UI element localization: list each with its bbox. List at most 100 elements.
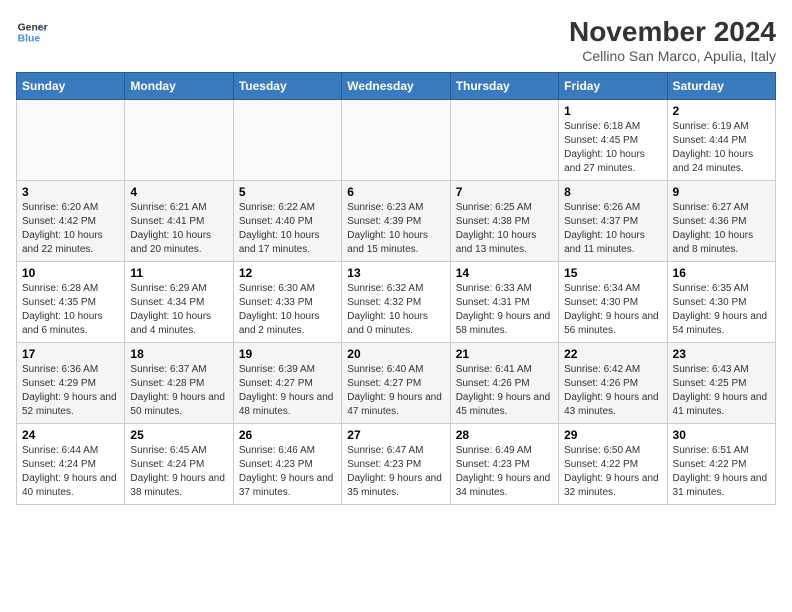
day-number: 6 <box>347 185 444 199</box>
calendar-cell: 13Sunrise: 6:32 AM Sunset: 4:32 PM Dayli… <box>342 262 450 343</box>
day-info: Sunrise: 6:23 AM Sunset: 4:39 PM Dayligh… <box>347 201 444 257</box>
day-info: Sunrise: 6:43 AM Sunset: 4:25 PM Dayligh… <box>673 363 770 419</box>
day-number: 14 <box>456 266 553 280</box>
day-number: 10 <box>22 266 119 280</box>
calendar-cell: 27Sunrise: 6:47 AM Sunset: 4:23 PM Dayli… <box>342 424 450 505</box>
logo: General Blue <box>16 16 48 48</box>
calendar-week-1: 1 Sunrise: 6:18 AM Sunset: 4:45 PM Daylig… <box>17 100 776 181</box>
day-number: 29 <box>564 428 661 442</box>
day-info: Sunrise: 6:39 AM Sunset: 4:27 PM Dayligh… <box>239 363 336 419</box>
day-info: Sunrise: 6:46 AM Sunset: 4:23 PM Dayligh… <box>239 444 336 500</box>
day-number: 15 <box>564 266 661 280</box>
day-info: Sunrise: 6:28 AM Sunset: 4:35 PM Dayligh… <box>22 282 119 338</box>
day-number: 23 <box>673 347 770 361</box>
day-number: 27 <box>347 428 444 442</box>
calendar-cell: 3Sunrise: 6:20 AM Sunset: 4:42 PM Daylig… <box>17 181 125 262</box>
calendar-title: November 2024 <box>569 16 776 48</box>
day-info: Sunrise: 6:42 AM Sunset: 4:26 PM Dayligh… <box>564 363 661 419</box>
calendar-cell: 14 Sunrise: 6:33 AM Sunset: 4:31 PM Dayli… <box>450 262 558 343</box>
calendar-cell: 16 Sunrise: 6:35 AM Sunset: 4:30 PM Dayli… <box>667 262 775 343</box>
calendar-subtitle: Cellino San Marco, Apulia, Italy <box>569 48 776 64</box>
day-number: 25 <box>130 428 227 442</box>
calendar-cell: 8 Sunrise: 6:26 AM Sunset: 4:37 PM Daylig… <box>559 181 667 262</box>
calendar-cell: 19Sunrise: 6:39 AM Sunset: 4:27 PM Dayli… <box>233 343 341 424</box>
calendar-cell: 21 Sunrise: 6:41 AM Sunset: 4:26 PM Dayli… <box>450 343 558 424</box>
col-monday: Monday <box>125 73 233 100</box>
calendar-cell: 10 Sunrise: 6:28 AM Sunset: 4:35 PM Dayli… <box>17 262 125 343</box>
calendar-week-4: 17 Sunrise: 6:36 AM Sunset: 4:29 PM Dayli… <box>17 343 776 424</box>
day-info: Sunrise: 6:40 AM Sunset: 4:27 PM Dayligh… <box>347 363 444 419</box>
day-number: 2 <box>673 104 770 118</box>
calendar-cell: 9 Sunrise: 6:27 AM Sunset: 4:36 PM Daylig… <box>667 181 775 262</box>
day-info: Sunrise: 6:25 AM Sunset: 4:38 PM Dayligh… <box>456 201 553 257</box>
day-info: Sunrise: 6:33 AM Sunset: 4:31 PM Dayligh… <box>456 282 553 338</box>
day-number: 12 <box>239 266 336 280</box>
day-number: 9 <box>673 185 770 199</box>
calendar-cell: 2 Sunrise: 6:19 AM Sunset: 4:44 PM Daylig… <box>667 100 775 181</box>
col-tuesday: Tuesday <box>233 73 341 100</box>
day-number: 17 <box>22 347 119 361</box>
day-info: Sunrise: 6:45 AM Sunset: 4:24 PM Dayligh… <box>130 444 227 500</box>
day-number: 11 <box>130 266 227 280</box>
col-thursday: Thursday <box>450 73 558 100</box>
day-number: 8 <box>564 185 661 199</box>
day-number: 21 <box>456 347 553 361</box>
logo-icon: General Blue <box>16 16 48 48</box>
day-number: 28 <box>456 428 553 442</box>
calendar-table: Sunday Monday Tuesday Wednesday Thursday… <box>16 72 776 505</box>
day-number: 24 <box>22 428 119 442</box>
calendar-header-row: Sunday Monday Tuesday Wednesday Thursday… <box>17 73 776 100</box>
calendar-cell: 23 Sunrise: 6:43 AM Sunset: 4:25 PM Dayli… <box>667 343 775 424</box>
calendar-cell: 28 Sunrise: 6:49 AM Sunset: 4:23 PM Dayli… <box>450 424 558 505</box>
day-info: Sunrise: 6:18 AM Sunset: 4:45 PM Dayligh… <box>564 120 661 176</box>
calendar-cell: 12 Sunrise: 6:30 AM Sunset: 4:33 PM Dayli… <box>233 262 341 343</box>
day-info: Sunrise: 6:41 AM Sunset: 4:26 PM Dayligh… <box>456 363 553 419</box>
col-sunday: Sunday <box>17 73 125 100</box>
col-saturday: Saturday <box>667 73 775 100</box>
day-number: 22 <box>564 347 661 361</box>
calendar-week-5: 24Sunrise: 6:44 AM Sunset: 4:24 PM Dayli… <box>17 424 776 505</box>
day-info: Sunrise: 6:19 AM Sunset: 4:44 PM Dayligh… <box>673 120 770 176</box>
calendar-cell: 25 Sunrise: 6:45 AM Sunset: 4:24 PM Dayli… <box>125 424 233 505</box>
day-number: 1 <box>564 104 661 118</box>
day-number: 16 <box>673 266 770 280</box>
calendar-week-3: 10 Sunrise: 6:28 AM Sunset: 4:35 PM Dayli… <box>17 262 776 343</box>
day-info: Sunrise: 6:22 AM Sunset: 4:40 PM Dayligh… <box>239 201 336 257</box>
calendar-cell: 18Sunrise: 6:37 AM Sunset: 4:28 PM Dayli… <box>125 343 233 424</box>
day-number: 7 <box>456 185 553 199</box>
calendar-cell: 29 Sunrise: 6:50 AM Sunset: 4:22 PM Dayli… <box>559 424 667 505</box>
day-info: Sunrise: 6:50 AM Sunset: 4:22 PM Dayligh… <box>564 444 661 500</box>
calendar-cell <box>17 100 125 181</box>
calendar-cell: 11Sunrise: 6:29 AM Sunset: 4:34 PM Dayli… <box>125 262 233 343</box>
calendar-cell: 26 Sunrise: 6:46 AM Sunset: 4:23 PM Dayli… <box>233 424 341 505</box>
day-info: Sunrise: 6:26 AM Sunset: 4:37 PM Dayligh… <box>564 201 661 257</box>
day-info: Sunrise: 6:21 AM Sunset: 4:41 PM Dayligh… <box>130 201 227 257</box>
day-info: Sunrise: 6:27 AM Sunset: 4:36 PM Dayligh… <box>673 201 770 257</box>
day-number: 4 <box>130 185 227 199</box>
calendar-cell: 30 Sunrise: 6:51 AM Sunset: 4:22 PM Dayli… <box>667 424 775 505</box>
day-info: Sunrise: 6:30 AM Sunset: 4:33 PM Dayligh… <box>239 282 336 338</box>
calendar-cell: 17 Sunrise: 6:36 AM Sunset: 4:29 PM Dayli… <box>17 343 125 424</box>
calendar-cell: 24Sunrise: 6:44 AM Sunset: 4:24 PM Dayli… <box>17 424 125 505</box>
calendar-cell: 5 Sunrise: 6:22 AM Sunset: 4:40 PM Daylig… <box>233 181 341 262</box>
title-section: November 2024 Cellino San Marco, Apulia,… <box>569 16 776 64</box>
calendar-cell <box>233 100 341 181</box>
calendar-cell: 20 Sunrise: 6:40 AM Sunset: 4:27 PM Dayli… <box>342 343 450 424</box>
day-info: Sunrise: 6:49 AM Sunset: 4:23 PM Dayligh… <box>456 444 553 500</box>
day-number: 30 <box>673 428 770 442</box>
svg-text:Blue: Blue <box>18 34 41 45</box>
col-friday: Friday <box>559 73 667 100</box>
calendar-cell <box>342 100 450 181</box>
calendar-cell: 22 Sunrise: 6:42 AM Sunset: 4:26 PM Dayli… <box>559 343 667 424</box>
day-info: Sunrise: 6:20 AM Sunset: 4:42 PM Dayligh… <box>22 201 119 257</box>
day-number: 20 <box>347 347 444 361</box>
day-info: Sunrise: 6:36 AM Sunset: 4:29 PM Dayligh… <box>22 363 119 419</box>
calendar-cell: 15Sunrise: 6:34 AM Sunset: 4:30 PM Dayli… <box>559 262 667 343</box>
calendar-week-2: 3Sunrise: 6:20 AM Sunset: 4:42 PM Daylig… <box>17 181 776 262</box>
col-wednesday: Wednesday <box>342 73 450 100</box>
day-number: 26 <box>239 428 336 442</box>
day-info: Sunrise: 6:51 AM Sunset: 4:22 PM Dayligh… <box>673 444 770 500</box>
day-number: 5 <box>239 185 336 199</box>
day-info: Sunrise: 6:35 AM Sunset: 4:30 PM Dayligh… <box>673 282 770 338</box>
calendar-cell: 7 Sunrise: 6:25 AM Sunset: 4:38 PM Daylig… <box>450 181 558 262</box>
